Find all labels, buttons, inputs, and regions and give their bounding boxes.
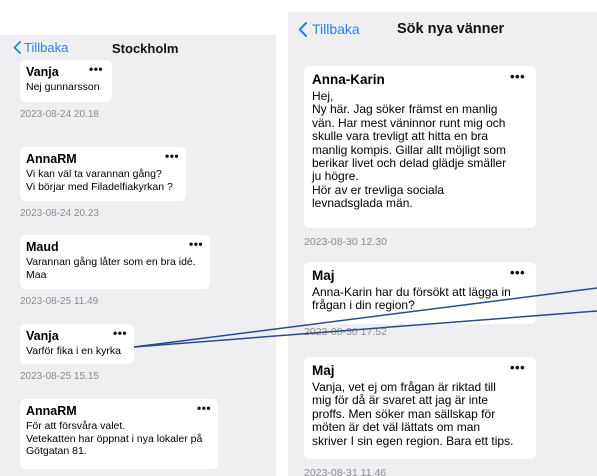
post-timestamp: 2023-08-25 15.15 [20, 371, 99, 382]
more-options-icon[interactable]: ••• [89, 62, 103, 76]
post: Vanja ••• Nej gunnarsson 2023-08-24 20.1… [20, 60, 112, 120]
more-options-icon[interactable]: ••• [189, 237, 203, 251]
message-bubble: Maj ••• Vanja, vet ej om frågan är rikta… [304, 357, 536, 459]
more-options-icon[interactable]: ••• [510, 265, 525, 280]
post-text: Anna-Karin har du försökt att lägga in f… [312, 285, 511, 313]
post-timestamp: 2023-08-25 11.49 [20, 296, 99, 307]
post-author: AnnaRM [26, 152, 77, 166]
message-bubble: Anna-Karin ••• Hej, Ny här. Jag söker fr… [304, 66, 536, 228]
post-text: För att försvåra valet. Vetekatten har ö… [26, 420, 203, 457]
post-author: Maj [312, 268, 335, 283]
post-text: Varför fika i en kyrka [26, 345, 121, 357]
message-bubble: AnnaRM ••• För att försvåra valet. Vetek… [20, 399, 218, 469]
post-author: Maud [26, 240, 59, 254]
more-options-icon[interactable]: ••• [510, 360, 525, 375]
message-bubble: Maud ••• Varannan gång låter som en bra … [20, 235, 210, 289]
post-timestamp: 2023-08-31 11.46 [304, 467, 387, 476]
post: Vanja ••• Varför fika i en kyrka 2023-08… [20, 324, 134, 382]
more-options-icon[interactable]: ••• [510, 69, 525, 84]
post-author: AnnaRM [26, 404, 77, 418]
more-options-icon[interactable]: ••• [197, 401, 211, 415]
post-text: Nej gunnarsson [26, 81, 100, 93]
more-options-icon[interactable]: ••• [165, 149, 179, 163]
post-timestamp: 2023-08-24 20.18 [20, 109, 99, 120]
back-button[interactable]: Tillbaka [298, 21, 360, 37]
post-text: Hej, Ny här. Jag söker främst en manlig … [312, 89, 507, 211]
back-button[interactable]: Tillbaka [13, 40, 68, 55]
post-text: Vi kan väl ta varannan gång? Vi börjar m… [26, 168, 173, 193]
back-label: Tillbaka [24, 40, 69, 55]
post: Maud ••• Varannan gång låter som en bra … [20, 235, 210, 307]
page-title: Stockholm [112, 41, 179, 56]
message-bubble: Vanja ••• Varför fika i en kyrka [20, 324, 134, 364]
navigation-bar: Tillbaka Sök nya vänner [288, 12, 597, 46]
post-author: Maj [312, 363, 335, 378]
post-timestamp: 2023-08-24 20.23 [20, 208, 99, 219]
post: Maj ••• Anna-Karin har du försökt att lä… [304, 262, 536, 338]
post-text: Vanja, vet ej om frågan är riktad till m… [312, 380, 514, 448]
post-timestamp: 2023-08-30 12.30 [304, 236, 387, 248]
post: Maj ••• Vanja, vet ej om frågan är rikta… [304, 357, 536, 476]
page-title: Sök nya vänner [397, 21, 505, 37]
post-timestamp: 2023-08-30 17.52 [304, 326, 387, 338]
find-friends-screen: Tillbaka Sök nya vänner Anna-Karin ••• H… [288, 12, 597, 476]
post: AnnaRM ••• För att försvåra valet. Vetek… [20, 399, 218, 476]
chevron-left-icon [13, 41, 21, 54]
stockholm-screen: Tillbaka Stockholm Vanja ••• Nej gunnars… [0, 35, 276, 476]
post: Anna-Karin ••• Hej, Ny här. Jag söker fr… [304, 66, 536, 248]
back-label: Tillbaka [312, 21, 360, 37]
post-author: Anna-Karin [312, 72, 385, 87]
post: AnnaRM ••• Vi kan väl ta varannan gång? … [20, 147, 186, 219]
more-options-icon[interactable]: ••• [113, 326, 127, 340]
post-text: Varannan gång låter som en bra idé. Maa [26, 256, 196, 281]
message-bubble: Vanja ••• Nej gunnarsson [20, 60, 112, 102]
message-bubble: Maj ••• Anna-Karin har du försökt att lä… [304, 262, 536, 324]
chevron-left-icon [298, 21, 307, 37]
navigation-bar: Tillbaka Stockholm [0, 35, 276, 61]
message-bubble: AnnaRM ••• Vi kan väl ta varannan gång? … [20, 147, 186, 201]
